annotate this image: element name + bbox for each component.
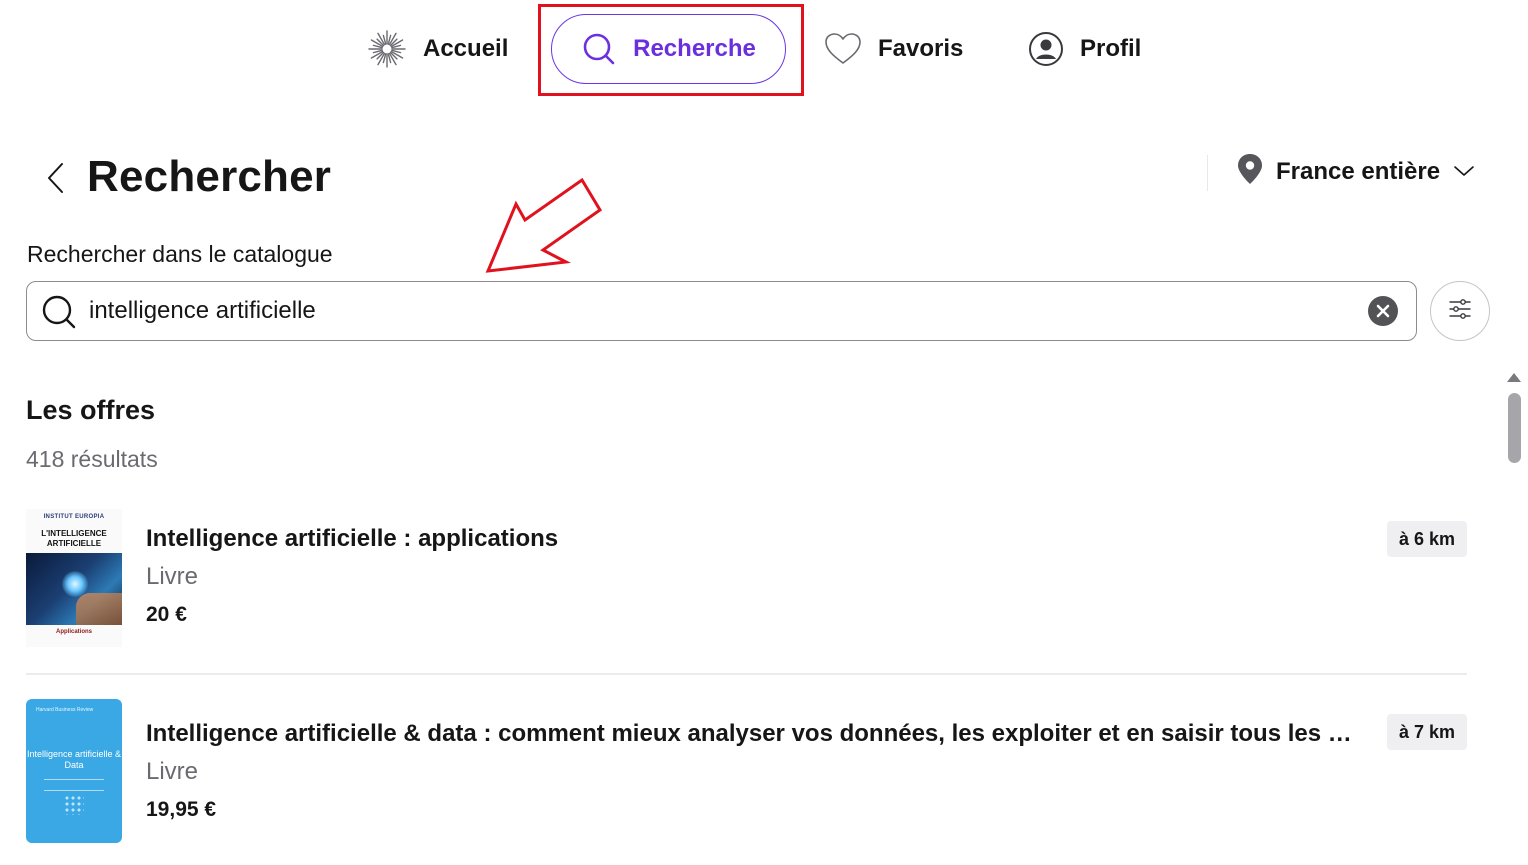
cover-illustration xyxy=(26,553,122,625)
book-cover-image: Harvard Business Review Intelligence art… xyxy=(26,699,122,843)
nav-item-recherche[interactable]: Recherche xyxy=(551,14,786,84)
search-box xyxy=(26,281,1417,341)
sliders-icon xyxy=(1448,297,1472,326)
scrollbar-thumb[interactable] xyxy=(1508,393,1521,463)
cover-decoration xyxy=(44,779,104,791)
offer-title: Intelligence artificielle & data : comme… xyxy=(146,720,1358,747)
offer-type: Livre xyxy=(146,563,199,590)
cover-subtitle: Applications xyxy=(55,629,92,635)
offer-price: 20 € xyxy=(146,603,187,626)
nav-label-recherche: Recherche xyxy=(633,35,756,62)
nav-item-profil[interactable]: Profil xyxy=(1028,14,1141,84)
offer-title: Intelligence artificielle : applications xyxy=(146,525,559,552)
annotation-arrow xyxy=(485,177,603,273)
nav-item-favoris[interactable]: Favoris xyxy=(824,14,963,84)
chevron-left-icon xyxy=(46,161,66,200)
result-count: 418 résultats xyxy=(26,446,158,472)
location-label: France entière xyxy=(1276,158,1441,185)
scroll-up-arrow[interactable] xyxy=(1507,373,1521,382)
offer-price: 19,95 € xyxy=(146,798,217,821)
nav-item-accueil[interactable]: Accueil xyxy=(367,14,508,84)
nav-label-accueil: Accueil xyxy=(423,35,509,62)
nav-label-profil: Profil xyxy=(1080,35,1142,62)
map-pin-icon xyxy=(1236,153,1264,192)
distance-badge: à 7 km xyxy=(1386,714,1467,750)
cover-hand xyxy=(76,593,122,625)
offer-card[interactable]: INSTITUT EUROPIA L'INTELLIGENCE ARTIFICI… xyxy=(26,505,1467,675)
book-cover-image: INSTITUT EUROPIA L'INTELLIGENCE ARTIFICI… xyxy=(26,509,122,647)
offers-section-title: Les offres xyxy=(26,395,156,425)
heart-icon xyxy=(824,32,862,66)
cover-publisher: INSTITUT EUROPIA xyxy=(43,514,105,520)
offer-card[interactable]: Harvard Business Review Intelligence art… xyxy=(26,698,1467,848)
cover-dots xyxy=(64,795,84,815)
search-icon xyxy=(41,294,77,335)
sunburst-icon xyxy=(367,29,407,69)
cover-title: L'INTELLIGENCE ARTIFICIELLE xyxy=(41,529,107,548)
search-icon xyxy=(581,31,617,67)
distance-badge: à 6 km xyxy=(1386,521,1467,557)
chevron-down-icon xyxy=(1452,158,1476,186)
nav-label-favoris: Favoris xyxy=(878,35,964,62)
top-navigation: Accueil Recherche Favoris Profil xyxy=(0,0,1528,100)
back-button[interactable] xyxy=(40,160,72,200)
cover-publisher: Harvard Business Review xyxy=(36,707,94,713)
cover-title: Intelligence artificielle & Data xyxy=(26,749,122,770)
search-input[interactable] xyxy=(89,290,1349,332)
page-title: Rechercher xyxy=(87,152,332,201)
offer-type: Livre xyxy=(146,758,199,785)
location-selector[interactable]: France entière xyxy=(1236,150,1476,194)
filters-button[interactable] xyxy=(1430,281,1490,341)
header-divider xyxy=(1207,155,1208,191)
user-circle-icon xyxy=(1028,31,1064,67)
clear-search-button[interactable] xyxy=(1367,295,1399,327)
search-label: Rechercher dans le catalogue xyxy=(27,241,333,267)
close-icon xyxy=(1368,296,1398,326)
